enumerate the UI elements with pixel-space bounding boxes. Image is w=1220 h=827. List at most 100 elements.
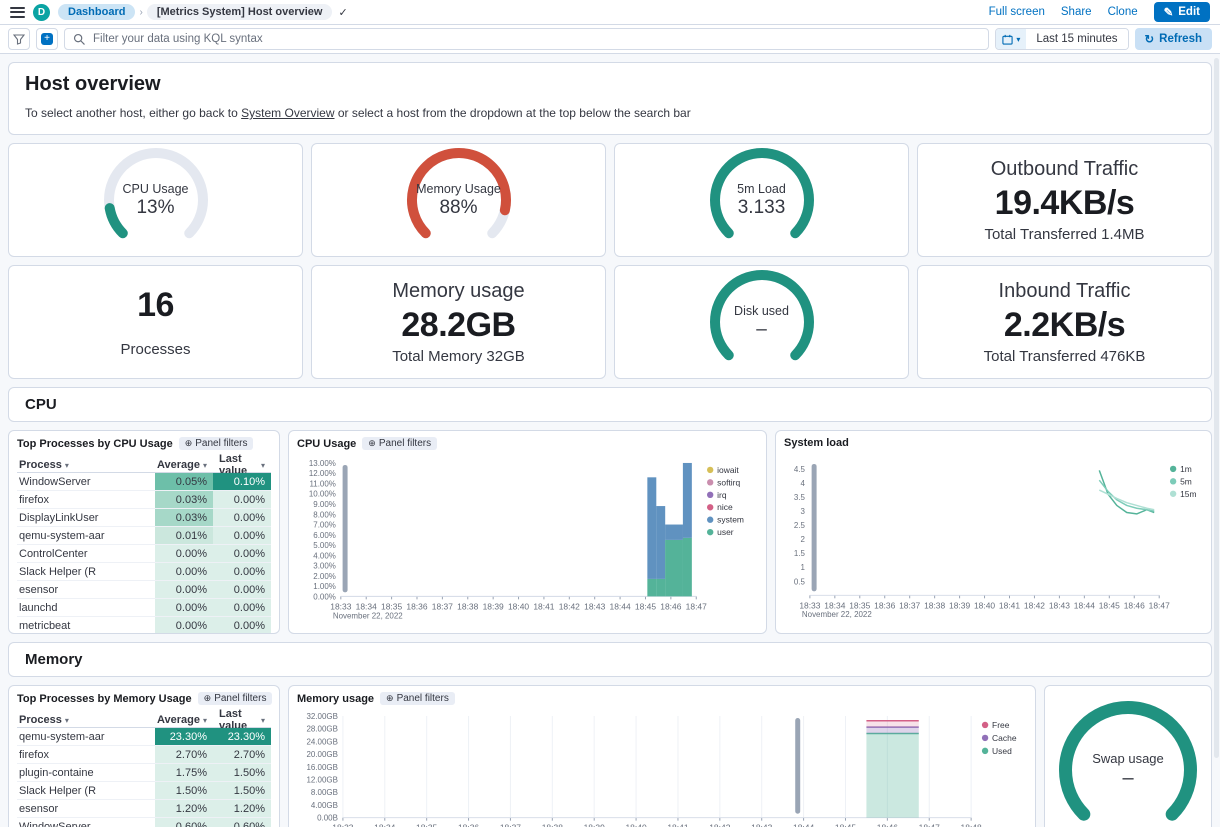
full-screen-link[interactable]: Full screen xyxy=(989,6,1045,18)
table-row[interactable]: plugin-containe 1.75% 1.50% xyxy=(17,764,271,782)
svg-text:18:47: 18:47 xyxy=(919,823,940,827)
table-row[interactable]: firefox 0.03% 0.00% xyxy=(17,491,271,509)
vertical-scrollbar-thumb[interactable] xyxy=(812,464,817,591)
legend-dot xyxy=(707,529,713,535)
add-filter-button[interactable]: + xyxy=(36,28,58,50)
legend-dot xyxy=(707,467,713,473)
svg-text:18:36: 18:36 xyxy=(406,601,427,611)
svg-text:18:33: 18:33 xyxy=(799,600,820,610)
legend-item-softirq[interactable]: softirq xyxy=(707,477,740,487)
table-row[interactable]: ControlCenter 0.00% 0.00% xyxy=(17,545,271,563)
svg-text:18:43: 18:43 xyxy=(584,601,605,611)
legend-item-user[interactable]: user xyxy=(707,527,734,537)
svg-text:18:42: 18:42 xyxy=(709,823,730,827)
svg-text:3.00%: 3.00% xyxy=(313,562,336,571)
panel-filters-badge[interactable]: ⊕ Panel filters xyxy=(362,437,437,450)
legend-item-1m[interactable]: 1m xyxy=(1170,464,1192,474)
svg-text:3: 3 xyxy=(800,507,805,516)
top-processes-memory-panel: Top Processes by Memory Usage ⊕ Panel fi… xyxy=(8,685,280,827)
clone-link[interactable]: Clone xyxy=(1108,6,1138,18)
last-value: 0.00% xyxy=(213,545,271,562)
legend-item-15m[interactable]: 15m xyxy=(1170,489,1197,499)
average-value: 0.00% xyxy=(155,581,213,598)
legend-dot xyxy=(982,748,988,754)
vertical-scrollbar-thumb[interactable] xyxy=(343,465,348,592)
bar-system xyxy=(647,477,656,579)
breadcrumb-page-title[interactable]: [Metrics System] Host overview xyxy=(147,4,333,20)
table-row[interactable]: qemu-system-aar 23.30% 23.30% xyxy=(17,728,271,746)
panel-filters-badge[interactable]: ⊕ Panel filters xyxy=(179,437,254,450)
process-name: esensor xyxy=(17,581,155,598)
refresh-button[interactable]: ↻ Refresh xyxy=(1135,28,1212,50)
sort-icon: ▾ xyxy=(203,461,207,470)
y-axis: 4.543.532.521.510.5 xyxy=(794,465,806,586)
top-navigation: D Dashboard › [Metrics System] Host over… xyxy=(0,0,1220,25)
breadcrumb-dashboard[interactable]: Dashboard xyxy=(58,4,135,20)
search-input[interactable] xyxy=(91,32,980,46)
legend-item-free[interactable]: Free xyxy=(982,720,1010,730)
svg-text:18:37: 18:37 xyxy=(899,600,920,610)
kql-search-box[interactable] xyxy=(64,28,989,50)
svg-text:18:45: 18:45 xyxy=(635,601,656,611)
legend-item-system[interactable]: system xyxy=(707,515,744,525)
svg-text:November 22, 2022: November 22, 2022 xyxy=(802,610,872,619)
svg-text:1: 1 xyxy=(800,563,805,572)
stat-subtitle: Processes xyxy=(120,341,190,358)
cpu-usage-chart: 13.00%12.00%11.00%10.00%9.00%8.00%7.00%6… xyxy=(297,453,758,626)
line-5m xyxy=(1099,480,1154,511)
process-name: esensor xyxy=(17,800,155,817)
x-axis: 18:3318:3418:3518:3618:3718:3818:3918:40… xyxy=(330,596,707,620)
panel-filters-badge[interactable]: ⊕ Panel filters xyxy=(380,692,455,705)
cpu-usage-chart-panel: CPU Usage ⊕ Panel filters 13.00%12.00%11… xyxy=(288,430,767,634)
table-row[interactable]: Slack Helper (R 0.00% 0.00% xyxy=(17,563,271,581)
table-row[interactable]: firefox 2.70% 2.70% xyxy=(17,746,271,764)
legend-item-used[interactable]: Used xyxy=(982,746,1012,756)
system-overview-link[interactable]: System Overview xyxy=(241,106,334,120)
calendar-button[interactable]: ▾ xyxy=(996,29,1026,49)
saved-query-menu-button[interactable] xyxy=(8,28,30,50)
legend-item-5m[interactable]: 5m xyxy=(1170,476,1192,486)
svg-text:18:45: 18:45 xyxy=(1099,600,1120,610)
metric-gauge-memory-usage: Memory Usage 88% xyxy=(311,143,606,257)
average-value: 0.03% xyxy=(155,509,213,526)
bar-system xyxy=(674,525,683,540)
last-value: 0.00% xyxy=(213,581,271,598)
last-value: 0.00% xyxy=(213,617,271,634)
table-row[interactable]: WindowServer 0.60% 0.60% xyxy=(17,818,271,827)
legend-dot xyxy=(707,517,713,523)
table-row[interactable]: esensor 1.20% 1.20% xyxy=(17,800,271,818)
page-scrollbar[interactable] xyxy=(1214,58,1219,758)
svg-text:Cache: Cache xyxy=(992,733,1017,743)
edit-button[interactable]: ✎ Edit xyxy=(1154,2,1210,22)
legend-item-nice[interactable]: nice xyxy=(707,502,733,512)
panel-filters-badge[interactable]: ⊕ Panel filters xyxy=(198,692,273,705)
table-row[interactable]: qemu-system-aar 0.01% 0.00% xyxy=(17,527,271,545)
last-value: 0.00% xyxy=(213,527,271,544)
table-row[interactable]: launchd 0.00% 0.00% xyxy=(17,599,271,617)
time-range-display[interactable]: Last 15 minutes xyxy=(1026,29,1127,49)
share-link[interactable]: Share xyxy=(1061,6,1092,18)
average-value: 1.20% xyxy=(155,800,213,817)
svg-text:irq: irq xyxy=(717,490,727,500)
host-overview-markdown-panel: Host overview To select another host, ei… xyxy=(8,62,1212,135)
legend-item-iowait[interactable]: iowait xyxy=(707,465,739,475)
gauge-5m-load: 5m Load 3.133 xyxy=(709,147,815,253)
svg-text:18:38: 18:38 xyxy=(457,601,478,611)
gauge-value: – xyxy=(756,319,767,341)
metric-stat-memory-usage: Memory usage28.2GB Total Memory 32GB xyxy=(311,265,606,379)
legend-item-cache[interactable]: Cache xyxy=(982,733,1017,743)
system-load-chart-panel: System load 4.543.532.521.510.518:3318:3… xyxy=(775,430,1212,634)
vertical-scrollbar-thumb[interactable] xyxy=(795,718,800,814)
table-row[interactable]: DisplayLinkUser 0.03% 0.00% xyxy=(17,509,271,527)
deployment-logo[interactable]: D xyxy=(33,4,50,21)
stat-subtitle: Total Transferred 1.4MB xyxy=(984,226,1144,243)
svg-text:0.00%: 0.00% xyxy=(313,592,336,601)
cpu-section-heading-panel: CPU xyxy=(8,387,1212,422)
legend-item-irq[interactable]: irq xyxy=(707,490,727,500)
menu-icon[interactable] xyxy=(10,7,25,18)
table-row[interactable]: Slack Helper (R 1.50% 1.50% xyxy=(17,782,271,800)
table-row[interactable]: esensor 0.00% 0.00% xyxy=(17,581,271,599)
table-row[interactable]: metricbeat 0.00% 0.00% xyxy=(17,617,271,634)
sort-icon: ▾ xyxy=(261,461,265,470)
table-row[interactable]: WindowServer 0.05% 0.10% xyxy=(17,473,271,491)
